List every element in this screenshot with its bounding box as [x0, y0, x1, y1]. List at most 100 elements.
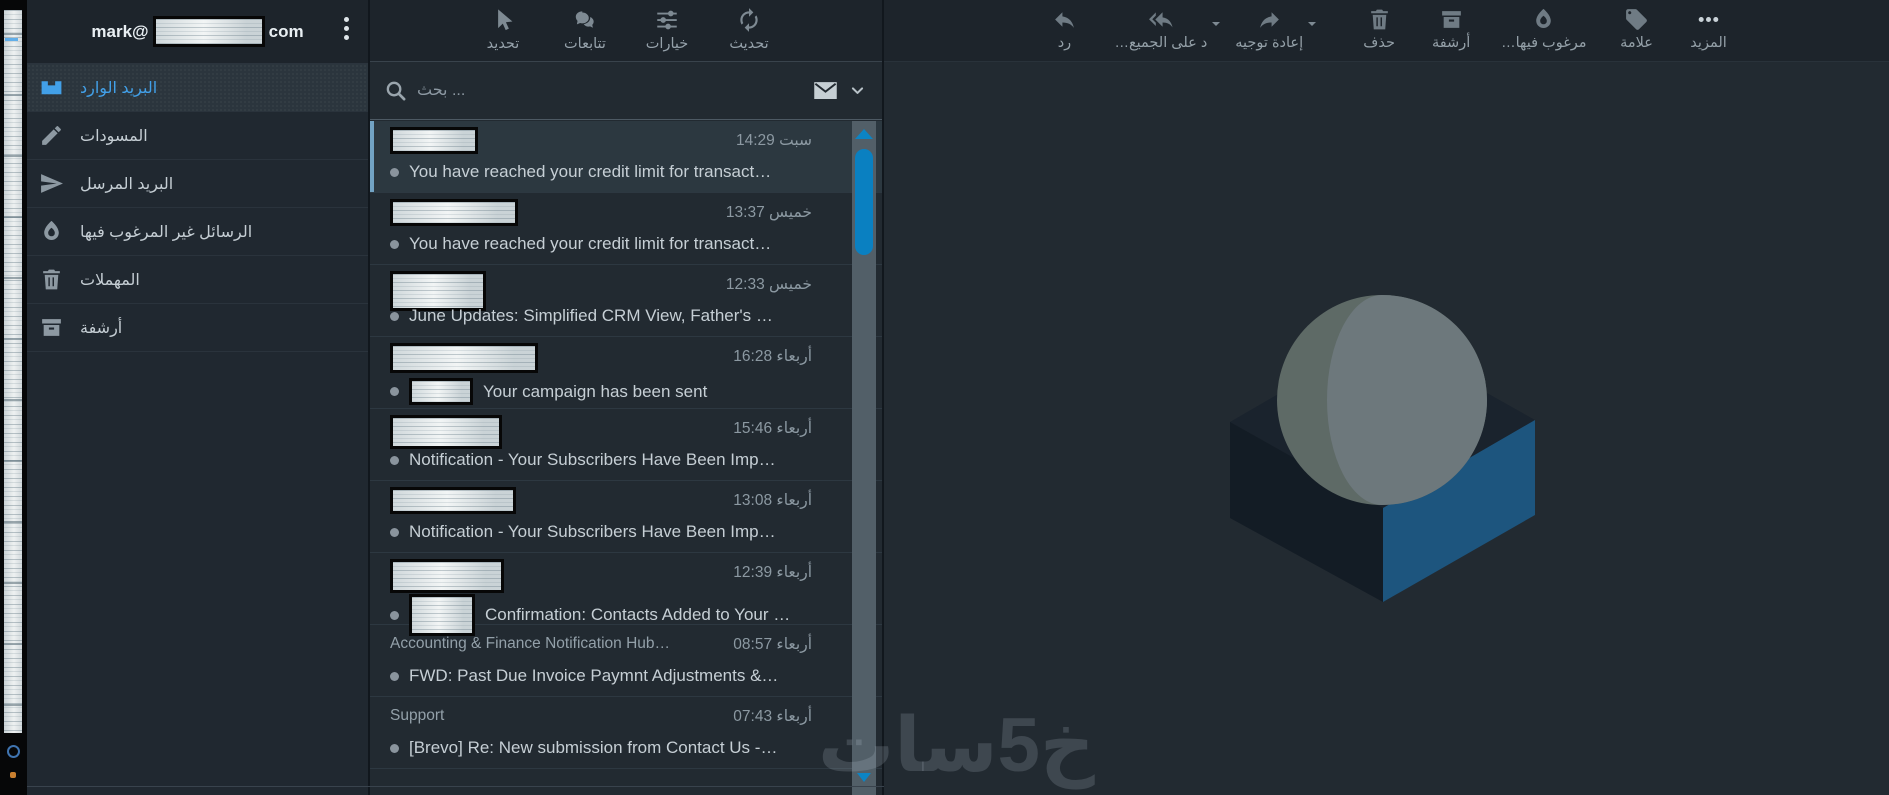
archive-icon	[1439, 7, 1464, 32]
email-list-item[interactable]: أربعاء 15:46 Notification - Your Subscri…	[370, 409, 882, 481]
scrollbar[interactable]	[852, 121, 876, 795]
toolbar-button[interactable]: خيارات	[638, 7, 696, 61]
unread-dot	[390, 671, 399, 681]
toolbar-button-label: د على الجميع…	[1114, 35, 1208, 51]
redacted-account-name	[152, 16, 265, 47]
reply-icon	[1052, 7, 1077, 32]
dropdown-caret-icon[interactable]	[1212, 22, 1221, 30]
sidebar-item[interactable]: البريد المرسل	[27, 160, 368, 208]
email-list-item[interactable]: أربعاء 13:08 Notification - Your Subscri…	[370, 481, 882, 553]
sidebar-item-label: أرشفة	[80, 319, 123, 337]
tag-icon	[1624, 7, 1649, 32]
search-icon	[384, 79, 407, 102]
unread-dot	[390, 167, 399, 177]
empty-state-graphic	[1230, 295, 1535, 602]
dropdown-caret-icon[interactable]	[1308, 22, 1317, 30]
toolbar-button[interactable]: أرشفة	[1429, 7, 1473, 61]
redacted-sender	[390, 415, 502, 449]
toolbar-button-label: المزيد	[1690, 35, 1727, 51]
bottom-divider	[27, 786, 884, 787]
chevron-down-icon[interactable]	[849, 82, 866, 99]
list-toolbar: تحديد تتابعات خيارات تحديث	[370, 0, 882, 62]
forward-icon	[1257, 7, 1282, 32]
sidebar-item-label: البريد المرسل	[80, 175, 174, 193]
scroll-down-arrow-icon[interactable]	[857, 773, 871, 782]
toolbar-button[interactable]: تحديث	[720, 7, 778, 61]
unread-dot	[390, 311, 399, 321]
email-time: خميس 13:37	[725, 204, 812, 221]
scroll-up-arrow-icon[interactable]	[855, 129, 873, 139]
email-list-item[interactable]: خميس 12:33 June Updates: Simplified CRM …	[370, 265, 882, 337]
toolbar-button-label: علامة	[1620, 35, 1653, 51]
unread-dot	[390, 387, 399, 396]
search-input[interactable]	[417, 81, 802, 100]
spam-icon	[1531, 7, 1556, 32]
email-list-item[interactable]: أربعاء 12:39 Confirmation: Contacts Adde…	[370, 553, 882, 636]
email-subject: You have reached your credit limit for t…	[409, 162, 772, 181]
sidebar-item[interactable]: المسودات	[27, 112, 368, 160]
trash-icon	[1367, 7, 1392, 32]
redacted-sender	[390, 271, 486, 311]
unread-dot	[390, 455, 399, 465]
sidebar-item-label: المهملات	[80, 271, 140, 289]
email-subject: You have reached your credit limit for t…	[409, 234, 772, 253]
sidebar-item[interactable]: المهملات	[27, 256, 368, 304]
toolbar-button[interactable]: تتابعات	[556, 7, 614, 61]
pencil-icon	[39, 123, 64, 148]
email-subject: [Brevo] Re: New submission from Contact …	[409, 738, 778, 757]
sidebar-item[interactable]: أرشفة	[27, 304, 368, 352]
email-list-item[interactable]: سبت 14:29 You have reached your credit l…	[370, 121, 882, 193]
trash-icon	[39, 267, 64, 292]
email-subject: Your campaign has been sent	[483, 381, 708, 401]
toolbar-button[interactable]: مرغوب فيها…	[1501, 7, 1587, 61]
toolbar-button[interactable]: إعادة توجيه	[1235, 7, 1317, 61]
toolbar-button-label: تحديث	[729, 36, 769, 52]
toolbar-button[interactable]: د على الجميع…	[1114, 7, 1221, 61]
toolbar-button[interactable]: علامة	[1615, 7, 1659, 61]
email-list-item[interactable]: خميس 13:37 You have reached your credit …	[370, 193, 882, 265]
toolbar-button[interactable]: رد	[1042, 7, 1086, 61]
left-redacted-strip	[0, 0, 27, 795]
account-bar: mark@ com	[27, 0, 368, 64]
email-sender: Support	[390, 707, 445, 724]
scrollbar-thumb[interactable]	[855, 149, 873, 255]
toolbar-button-label: خيارات	[645, 36, 689, 52]
toolbar-button[interactable]: حذف	[1357, 7, 1401, 61]
email-subject: Notification - Your Subscribers Have Bee…	[409, 450, 776, 469]
toolbar-button-label: تتابعات	[564, 36, 606, 52]
unread-dot	[390, 527, 399, 537]
redacted-sender	[390, 127, 478, 154]
email-time: أربعاء 16:28	[733, 348, 812, 365]
toolbar-button-label: تحديد	[486, 36, 520, 52]
redacted-subject-part	[409, 594, 475, 636]
unread-dot	[390, 239, 399, 249]
email-subject: FWD: Past Due Invoice Paymnt Adjustments…	[409, 666, 779, 685]
toolbar-button-label: رد	[1057, 35, 1072, 51]
email-time: أربعاء 12:39	[733, 564, 812, 581]
inbox-icon	[39, 75, 64, 100]
spam-icon	[39, 219, 64, 244]
email-list: سبت 14:29 You have reached your credit l…	[370, 121, 882, 795]
toolbar-button-label: إعادة توجيه	[1235, 35, 1304, 51]
sidebar: mark@ com البريد الوارد المسودات البريد …	[27, 0, 368, 795]
email-time: أربعاء 13:08	[733, 492, 812, 509]
redaction-noise	[4, 10, 22, 733]
sidebar-item[interactable]: البريد الوارد	[27, 64, 368, 112]
sidebar-item-label: المسودات	[80, 127, 148, 145]
reading-pane: رد د على الجميع… إعادة توجيه حذف أرشفة م…	[884, 0, 1889, 795]
envelope-icon[interactable]	[812, 77, 839, 104]
toolbar-button[interactable]: المزيد	[1687, 7, 1731, 61]
kebab-menu-icon[interactable]	[337, 17, 355, 47]
sidebar-item[interactable]: الرسائل غير المرغوب فيها	[27, 208, 368, 256]
unread-dot	[390, 610, 399, 620]
email-time: خميس 12:33	[725, 276, 812, 293]
email-time: سبت 14:29	[736, 132, 812, 149]
redacted-sender	[390, 343, 538, 373]
email-list-item[interactable]: Support أربعاء 07:43 [Brevo] Re: New sub…	[370, 697, 882, 769]
cursor-icon	[490, 7, 516, 33]
toolbar-button[interactable]: تحديد	[474, 7, 532, 61]
email-subject: June Updates: Simplified CRM View, Fathe…	[409, 306, 773, 325]
redacted-subject-part	[409, 378, 473, 405]
email-list-item[interactable]: أربعاء 16:28 Your campaign has been sent	[370, 337, 882, 409]
message-list-pane: تحديد تتابعات خيارات تحديث سبت 14:29 You…	[368, 0, 884, 795]
